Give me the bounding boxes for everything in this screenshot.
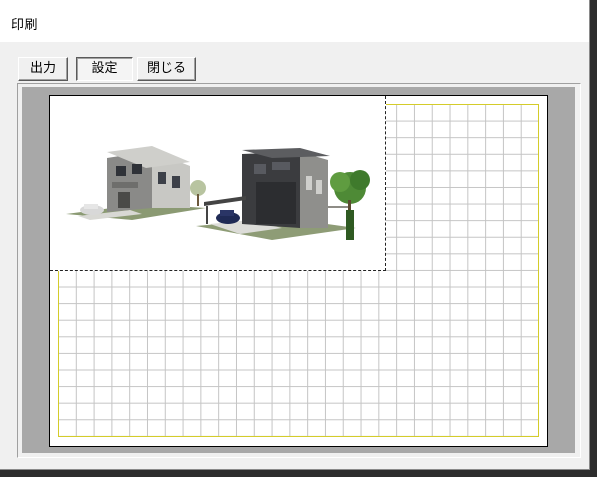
house-rendering-graphic <box>66 146 370 240</box>
left-house-door <box>118 192 130 208</box>
title-bar[interactable]: 印刷 <box>0 0 589 42</box>
left-house-window <box>132 164 142 174</box>
close-button[interactable]: 閉じる <box>137 57 196 81</box>
left-house-window <box>116 166 126 176</box>
right-house-wall <box>256 182 296 224</box>
white-car-top <box>84 204 98 209</box>
left-house-window <box>172 176 180 188</box>
blue-car-top <box>220 210 234 216</box>
large-tree-foliage <box>330 172 350 192</box>
window-title: 印刷 <box>11 18 39 33</box>
settings-button[interactable]: 設定 <box>76 57 133 81</box>
house-image[interactable] <box>50 96 386 271</box>
fence <box>328 206 350 208</box>
right-house-side <box>300 152 328 228</box>
paper-sheet <box>49 95 548 447</box>
hedge <box>346 210 354 240</box>
left-house-balcony <box>112 182 138 188</box>
right-house-window <box>254 164 266 174</box>
print-window: 印刷 出力 設定 閉じる <box>0 0 590 470</box>
large-tree-foliage <box>350 170 370 190</box>
carport-roof <box>204 196 246 206</box>
carport-post <box>206 206 208 224</box>
right-house-window <box>272 162 290 170</box>
left-house-window <box>158 172 166 184</box>
right-house-window <box>306 176 312 190</box>
right-house-window <box>316 180 322 194</box>
tree-trunk <box>197 194 199 206</box>
output-button[interactable]: 出力 <box>18 57 68 81</box>
small-tree <box>190 180 206 196</box>
